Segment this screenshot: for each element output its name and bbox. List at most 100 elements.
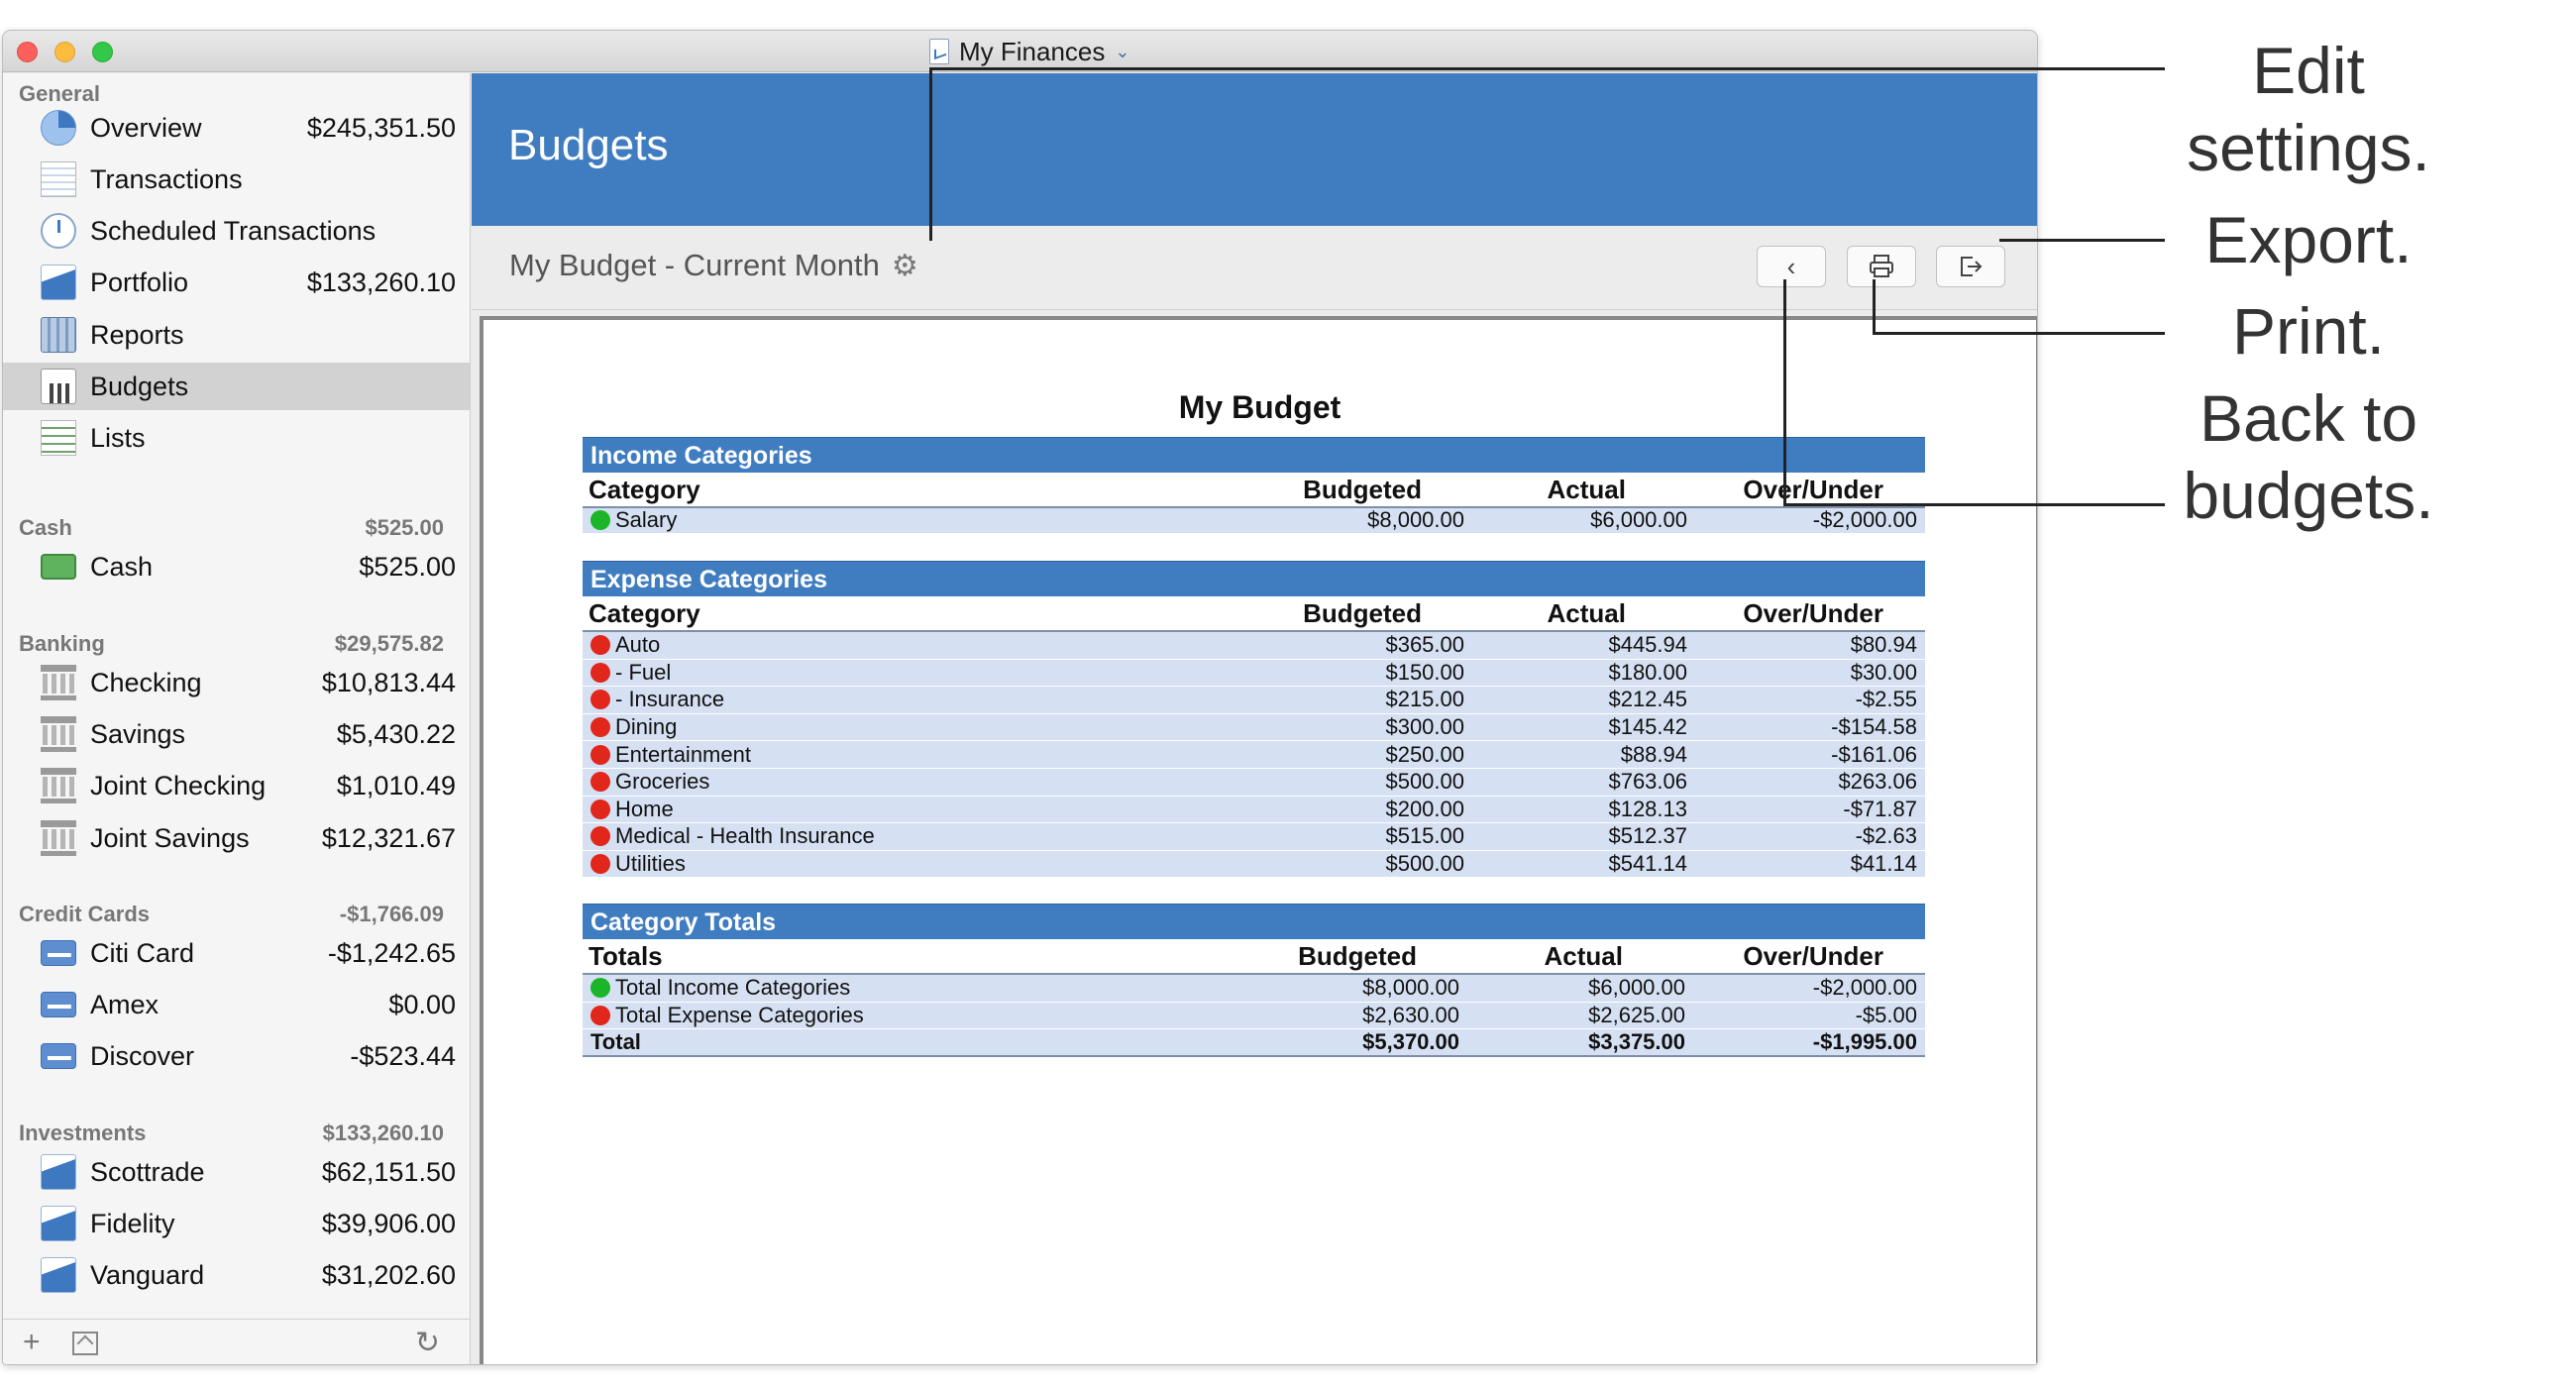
sidebar-item-scheduled-transactions[interactable]: Scheduled Transactions <box>3 207 470 255</box>
row-name-text: Auto <box>615 632 661 658</box>
table-row[interactable]: Auto $365.00 $445.94 $80.94 <box>583 632 1925 660</box>
sidebar-item-joint-checking[interactable]: Joint Checking $1,010.49 <box>3 762 470 809</box>
cash-icon <box>41 554 76 580</box>
sidebar-item-fidelity[interactable]: Fidelity $39,906.00 <box>3 1200 470 1247</box>
row-name-text: Dining <box>615 714 678 740</box>
row-budgeted: $200.00 <box>1385 796 1464 821</box>
sidebar-item-vanguard[interactable]: Vanguard $31,202.60 <box>3 1251 470 1299</box>
sidebar-item-transactions[interactable]: Transactions <box>3 156 470 203</box>
row-budgeted: $2,630.00 <box>1362 1002 1459 1027</box>
table-row[interactable]: Total Income Categories $8,000.00 $6,000… <box>583 975 1925 1003</box>
callout-print: Print. <box>2231 294 2386 368</box>
back-to-budgets-button[interactable]: ‹ <box>1757 246 1826 287</box>
row-actual: $3,375.00 <box>1588 1028 1685 1054</box>
sidebar-item-label: Savings <box>90 718 186 749</box>
collapse-icon[interactable] <box>72 1332 98 1355</box>
row-over-under: -$154.58 <box>1831 714 1917 740</box>
column-header-category: Category <box>589 597 700 628</box>
table-row[interactable]: Home $200.00 $128.13 -$71.87 <box>583 796 1925 824</box>
sidebar-item-discover[interactable]: Discover -$523.44 <box>3 1032 470 1080</box>
budget-name-label: My Budget - Current Month <box>509 248 880 282</box>
row-budgeted: $515.00 <box>1385 823 1464 849</box>
column-header-over-under: Over/Under <box>1743 940 1883 971</box>
row-over-under: -$5.00 <box>1855 1002 1917 1027</box>
row-budgeted: $8,000.00 <box>1367 507 1464 533</box>
sidebar-item-amount: $39,906.00 <box>321 1208 456 1238</box>
sidebar-section-total: $133,260.10 <box>322 1120 444 1145</box>
sidebar-section-cash: Cash <box>19 515 72 540</box>
page-header: Budgets <box>472 73 2037 226</box>
sidebar-item-joint-savings[interactable]: Joint Savings $12,321.67 <box>3 814 470 862</box>
sidebar-item-citi-card[interactable]: Citi Card -$1,242.65 <box>3 929 470 977</box>
sidebar-item-lists[interactable]: Lists <box>3 414 470 462</box>
callout-edit-line-2: settings. <box>2187 111 2430 184</box>
sidebar-item-budgets[interactable]: Budgets <box>3 363 470 410</box>
table-row[interactable]: Entertainment $250.00 $88.94 -$161.06 <box>583 741 1925 769</box>
sidebar-item-amount: $525.00 <box>359 551 456 582</box>
row-name-text: Groceries <box>615 769 710 795</box>
print-button[interactable] <box>1847 246 1916 287</box>
table-row[interactable]: - Fuel $150.00 $180.00 $30.00 <box>583 659 1925 688</box>
sidebar: General Overview $245,351.50 Transaction… <box>3 73 471 1364</box>
row-budgeted: $500.00 <box>1385 769 1464 795</box>
row-over-under: -$2,000.00 <box>1812 975 1917 1001</box>
sidebar-item-label: Budgets <box>90 371 189 401</box>
sidebar-item-overview[interactable]: Overview $245,351.50 <box>3 104 470 152</box>
sidebar-item-portfolio[interactable]: Portfolio $133,260.10 <box>3 259 470 306</box>
status-dot-icon <box>590 510 610 531</box>
grand-total-row[interactable]: Total $5,370.00 $3,375.00 -$1,995.00 <box>583 1029 1925 1057</box>
table-row[interactable]: Medical - Health Insurance $515.00 $512.37… <box>583 823 1925 851</box>
row-name-text: Utilities <box>615 851 686 877</box>
sidebar-section-banking: Banking <box>19 631 105 656</box>
refresh-icon[interactable]: ↻ <box>415 1326 440 1360</box>
export-button[interactable] <box>1936 246 2005 287</box>
sidebar-section-investments: Investments <box>19 1120 147 1145</box>
pie-chart-icon <box>41 110 76 146</box>
row-actual: $2,625.00 <box>1588 1002 1685 1027</box>
table-row[interactable]: Groceries $500.00 $763.06 $263.06 <box>583 768 1925 797</box>
row-over-under: -$2.55 <box>1855 687 1917 712</box>
callout-line-edit-vertical <box>929 67 932 241</box>
sidebar-item-scottrade[interactable]: Scottrade $62,151.50 <box>3 1148 470 1196</box>
status-dot-icon <box>590 854 610 875</box>
budget-report: My Budget Income Categories Category Bud… <box>480 316 2037 1364</box>
sidebar-item-amount: -$1,242.65 <box>327 937 456 968</box>
window-title[interactable]: My Finances ⌄ <box>929 37 1129 66</box>
row-actual: $6,000.00 <box>1590 507 1687 533</box>
sidebar-item-label: Reports <box>90 319 184 350</box>
table-row[interactable]: Total Expense Categories $2,630.00 $2,62… <box>583 1002 1925 1030</box>
table-row[interactable]: Dining $300.00 $145.42 -$154.58 <box>583 713 1925 742</box>
sidebar-item-cash[interactable]: Cash $525.00 <box>3 543 470 590</box>
column-header-category: Category <box>589 474 700 504</box>
gear-icon[interactable]: ⚙ <box>892 249 918 283</box>
sidebar-item-label: Joint Savings <box>90 822 250 853</box>
table-row[interactable]: Utilities $500.00 $541.14 $41.14 <box>583 850 1925 879</box>
zoom-window-button[interactable] <box>92 42 113 62</box>
sidebar-item-amex[interactable]: Amex $0.00 <box>3 981 470 1028</box>
add-account-button[interactable]: + <box>23 1326 41 1359</box>
table-row[interactable]: Salary $8,000.00 $6,000.00 -$2,000.00 <box>583 506 1925 534</box>
row-name-text: Medical - Health Insurance <box>615 823 875 849</box>
row-budgeted: $8,000.00 <box>1362 975 1459 1001</box>
column-header-row: Totals Budgeted Actual Over/Under <box>583 939 1925 973</box>
table-row[interactable]: - Insurance $215.00 $212.45 -$2.55 <box>583 687 1925 714</box>
window-title-text: My Finances <box>959 36 1106 66</box>
minimize-window-button[interactable] <box>54 42 75 62</box>
callout-line-back-vertical <box>1783 279 1786 505</box>
row-name: Salary <box>590 507 677 533</box>
document-icon <box>929 39 949 64</box>
sidebar-item-reports[interactable]: Reports <box>3 311 470 359</box>
sidebar-item-amount: $62,151.50 <box>321 1156 456 1187</box>
sidebar-item-savings[interactable]: Savings $5,430.22 <box>3 710 470 758</box>
column-header-over-under: Over/Under <box>1743 597 1883 628</box>
sidebar-item-checking[interactable]: Checking $10,813.44 <box>3 659 470 706</box>
sidebar-item-label: Amex <box>90 989 160 1019</box>
row-name-text: Home <box>615 796 674 821</box>
callout-export: Export. <box>2204 203 2413 276</box>
row-over-under: $80.94 <box>1850 632 1917 658</box>
sidebar-item-label: Joint Checking <box>90 770 267 800</box>
sidebar-item-label: Cash <box>90 551 154 582</box>
row-over-under: -$1,995.00 <box>1812 1028 1917 1054</box>
close-window-button[interactable] <box>17 42 38 62</box>
status-dot-icon <box>590 799 610 819</box>
